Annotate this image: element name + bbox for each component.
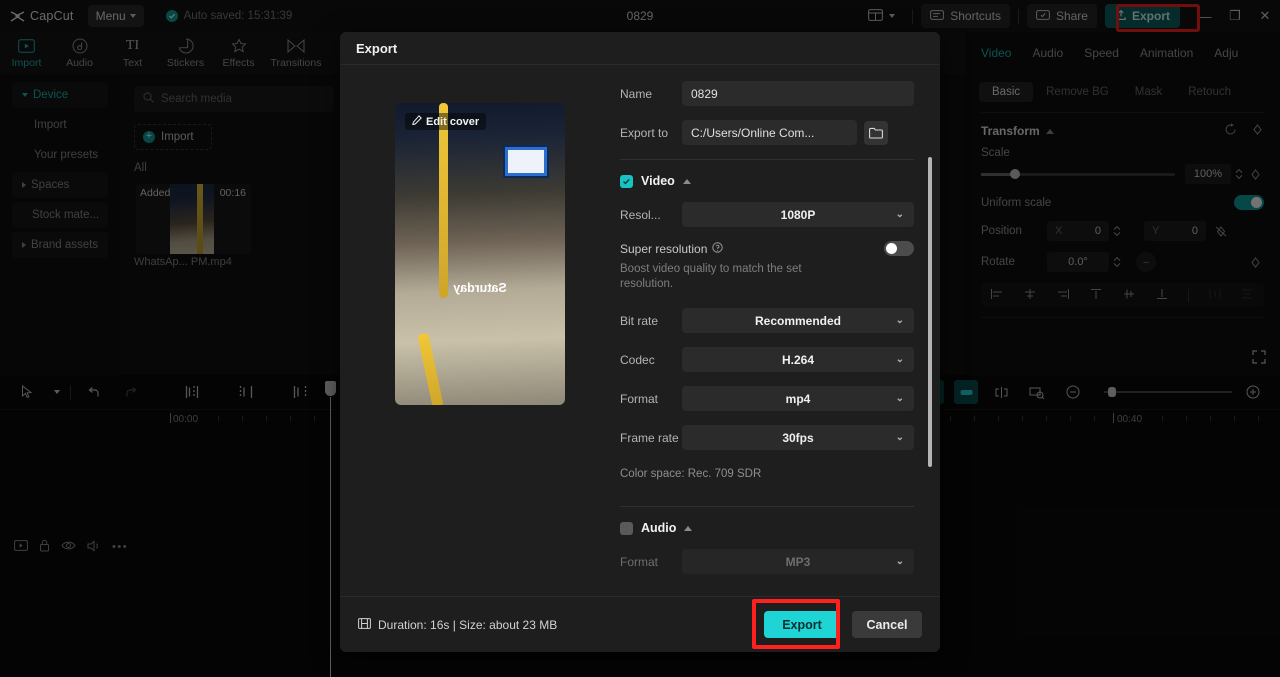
codec-row: Codec H.264 ⌄ [620, 347, 914, 372]
chevron-down-icon: ⌄ [895, 354, 904, 365]
audio-group-header: Audio [620, 521, 914, 535]
audio-group-label: Audio [641, 521, 677, 535]
audio-format-row: Format MP3 ⌄ [620, 549, 914, 574]
bitrate-select[interactable]: Recommended ⌄ [682, 308, 914, 333]
chevron-down-icon: ⌄ [895, 315, 904, 326]
export-path-value: C:/Users/Online Com... [691, 125, 815, 140]
cancel-button[interactable]: Cancel [852, 611, 922, 638]
export-to-label: Export to [620, 125, 669, 140]
framerate-row: Frame rate 30fps ⌄ [620, 425, 914, 450]
preview-overlay-text: Saturday [453, 281, 507, 295]
codec-value: H.264 [781, 352, 815, 367]
name-row: Name 0829 [620, 81, 914, 106]
export-settings-pane: Name 0829 Export to C:/Users/Online Com.… [620, 65, 940, 596]
framerate-label: Frame rate [620, 430, 679, 445]
film-icon [358, 617, 371, 633]
super-resolution-toggle[interactable] [884, 241, 914, 256]
divider [620, 159, 914, 160]
framerate-value: 30fps [782, 430, 814, 445]
audio-format-label: Format [620, 554, 659, 569]
divider [620, 506, 914, 507]
format-value: mp4 [785, 391, 811, 406]
video-group-label: Video [641, 174, 675, 188]
export-dialog-footer: Duration: 16s | Size: about 23 MB Export… [340, 596, 940, 652]
resolution-row: Resol... 1080P ⌄ [620, 202, 914, 227]
export-dialog-body: Edit cover Saturday Name 0829 Export to … [340, 65, 940, 596]
edit-pencil-icon [412, 115, 422, 128]
settings-scrollbar[interactable] [928, 157, 932, 467]
export-to-row: Export to C:/Users/Online Com... [620, 120, 914, 145]
bitrate-label: Bit rate [620, 313, 659, 328]
super-resolution-row: Super resolution [620, 241, 914, 256]
info-icon[interactable] [712, 241, 724, 256]
audio-format-value: MP3 [785, 554, 811, 569]
export-path-input[interactable]: C:/Users/Online Com... [682, 120, 857, 145]
super-resolution-label-group: Super resolution [620, 241, 724, 256]
browse-folder-button[interactable] [864, 120, 888, 145]
audio-format-select: MP3 ⌄ [682, 549, 914, 574]
preview-pole [439, 103, 448, 298]
chevron-down-icon: ⌄ [895, 209, 904, 220]
edit-cover-button[interactable]: Edit cover [405, 113, 487, 130]
name-label: Name [620, 86, 653, 101]
resolution-value: 1080P [780, 207, 816, 222]
preview-display-screen [503, 145, 549, 178]
bitrate-value: Recommended [754, 313, 842, 328]
preview-pole [417, 332, 444, 405]
audio-enable-checkbox[interactable] [620, 521, 633, 535]
framerate-select[interactable]: 30fps ⌄ [682, 425, 914, 450]
super-resolution-description: Boost video quality to match the set res… [620, 263, 802, 290]
chevron-up-icon[interactable] [684, 525, 693, 531]
export-confirm-highlight [752, 599, 840, 649]
footer-actions: Export Cancel [752, 599, 922, 649]
resolution-label: Resol... [620, 207, 661, 222]
name-input[interactable]: 0829 [682, 81, 914, 106]
chevron-down-icon: ⌄ [895, 556, 904, 567]
export-dialog: Export Edit cover Saturday Name 0829 Exp… [340, 32, 940, 652]
codec-select[interactable]: H.264 ⌄ [682, 347, 914, 372]
format-select[interactable]: mp4 ⌄ [682, 386, 914, 411]
video-enable-checkbox[interactable] [620, 174, 633, 188]
chevron-up-icon[interactable] [682, 178, 691, 184]
duration-size-text: Duration: 16s | Size: about 23 MB [378, 617, 558, 632]
bitrate-row: Bit rate Recommended ⌄ [620, 308, 914, 333]
duration-size-info: Duration: 16s | Size: about 23 MB [358, 617, 557, 633]
name-value: 0829 [691, 86, 718, 101]
color-space-info: Color space: Rec. 709 SDR [620, 468, 762, 480]
cover-preview[interactable]: Edit cover Saturday [395, 103, 565, 405]
chevron-down-icon: ⌄ [895, 432, 904, 443]
resolution-select[interactable]: 1080P ⌄ [682, 202, 914, 227]
video-group-header: Video [620, 174, 914, 188]
super-resolution-label: Super resolution [620, 241, 708, 256]
capcut-window: CapCut Menu Auto saved: 15:31:39 0829 [0, 0, 1280, 677]
export-dialog-title: Export [340, 32, 940, 65]
format-label: Format [620, 391, 659, 406]
export-preview-pane: Edit cover Saturday [340, 65, 620, 596]
edit-cover-label: Edit cover [426, 115, 480, 128]
chevron-down-icon: ⌄ [895, 393, 904, 404]
format-row: Format mp4 ⌄ [620, 386, 914, 411]
codec-label: Codec [620, 352, 655, 367]
